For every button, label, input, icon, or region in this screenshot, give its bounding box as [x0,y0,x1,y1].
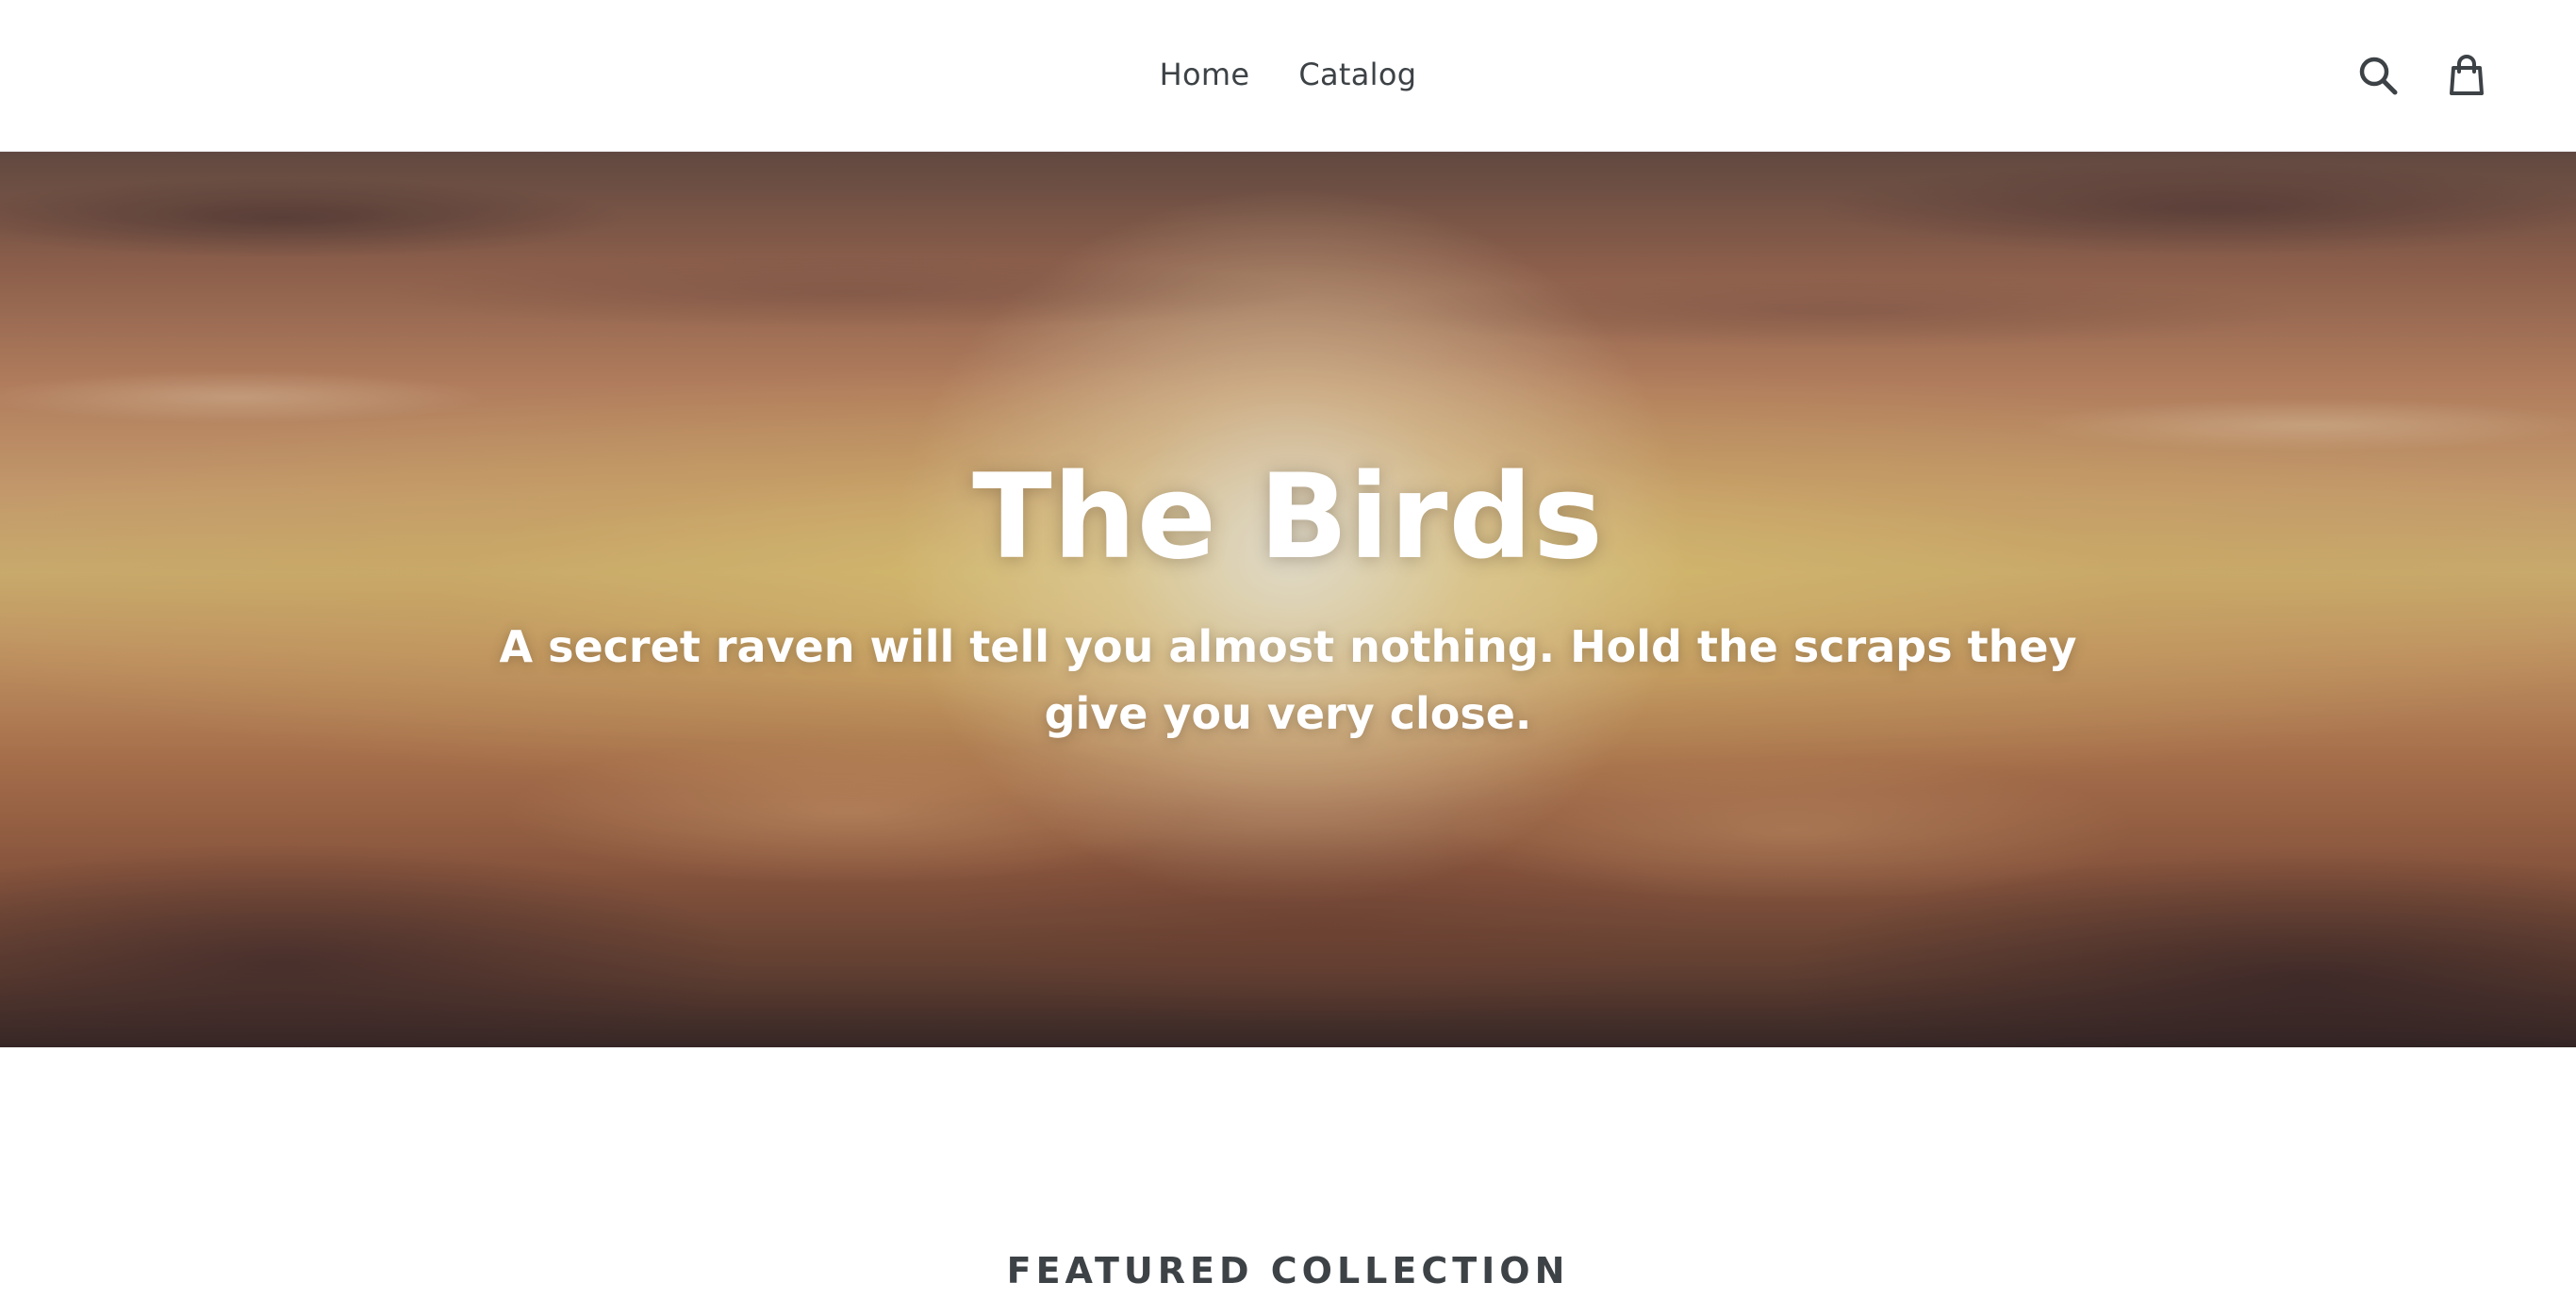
hero-content: The Birds A secret raven will tell you a… [0,152,2576,1047]
site-header: Home Catalog [0,0,2576,152]
cart-icon [2450,55,2484,95]
main-nav: Home Catalog [0,53,2576,96]
header-icons [2352,49,2493,102]
search-button[interactable] [2352,49,2404,102]
search-icon [2359,57,2398,95]
cart-button[interactable] [2440,49,2493,102]
nav-link-home[interactable]: Home [1160,57,1250,92]
hero-banner: The Birds A secret raven will tell you a… [0,152,2576,1047]
nav-link-catalog[interactable]: Catalog [1298,57,1416,92]
hero-title: The Birds [972,450,1604,585]
hero-subtitle: A secret raven will tell you almost noth… [499,621,2077,740]
featured-collection-heading: FEATURED COLLECTION [1006,1250,1570,1291]
